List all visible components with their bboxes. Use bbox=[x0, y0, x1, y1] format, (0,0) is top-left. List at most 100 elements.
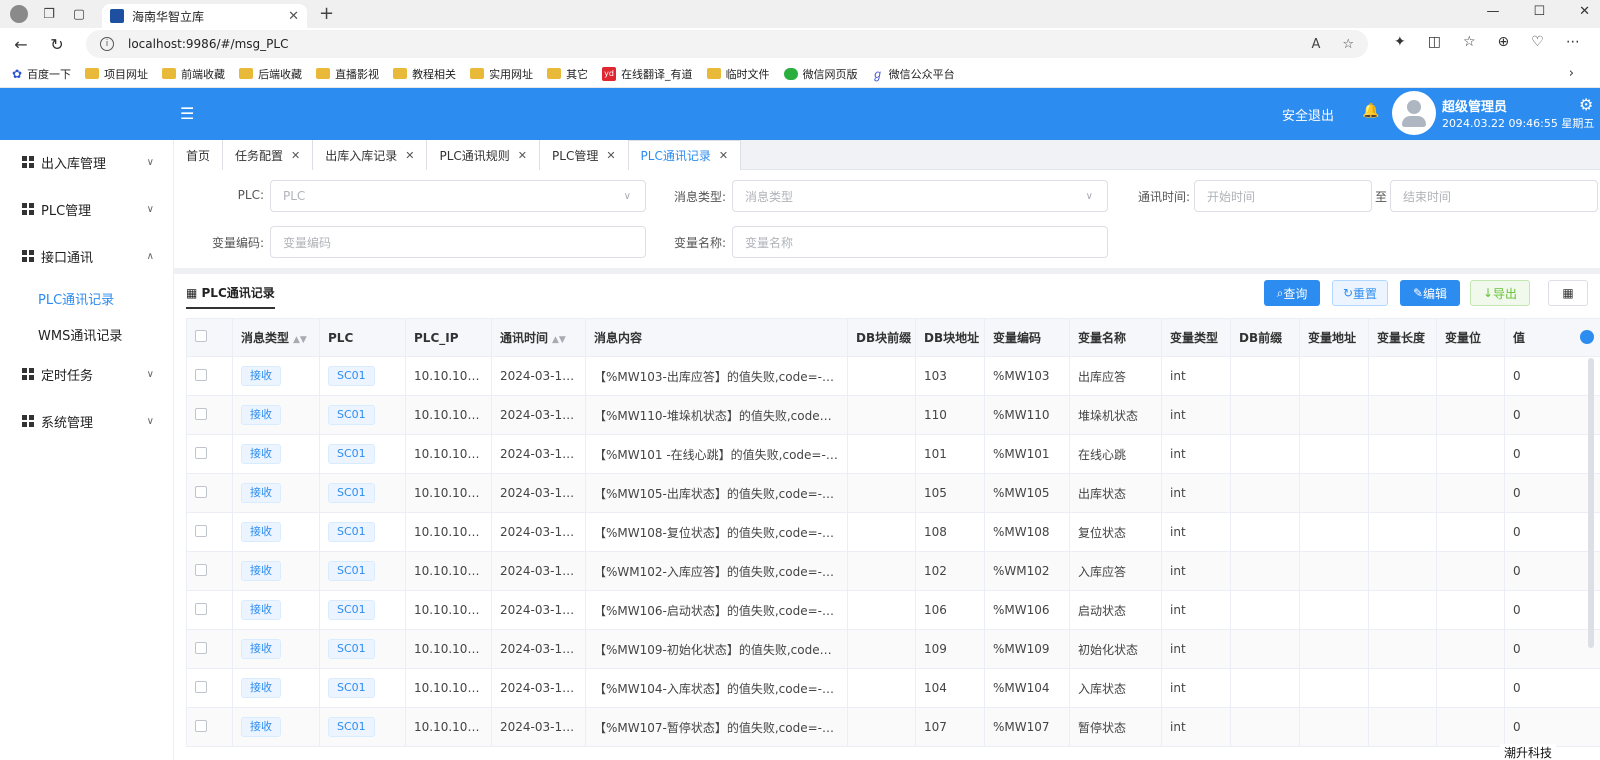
url-text[interactable]: localhost:9986/#/msg_PLC bbox=[128, 37, 1289, 51]
tab-inout-records[interactable]: 出库入库记录 ✕ bbox=[313, 140, 428, 170]
table-row[interactable]: 接收 SC01 10.10.100… 2024-03-13… 【%MW104-入库状态】… bbox=[186, 668, 1600, 708]
browser-tab[interactable]: 海南华智立库 ✕ bbox=[102, 4, 307, 28]
gear-icon[interactable]: ⚙ bbox=[1579, 95, 1593, 114]
col-msg-type[interactable]: 消息类型 ▲▼ bbox=[232, 318, 320, 357]
sidebar-item-inout[interactable]: 出入库管理 ∨ bbox=[0, 140, 174, 184]
performance-icon[interactable]: ♡ bbox=[1531, 34, 1544, 50]
read-aloud-icon[interactable]: A bbox=[1311, 37, 1320, 52]
cell-var-code: %MW109 bbox=[984, 629, 1070, 669]
table-row[interactable]: 接收 SC01 10.10.100… 2024-03-13… 【%MW105-出库状态】… bbox=[186, 473, 1600, 513]
back-icon[interactable]: ← bbox=[6, 35, 36, 54]
tab-plc-manage[interactable]: PLC管理 ✕ bbox=[540, 140, 629, 170]
collections-icon[interactable]: ⊕ bbox=[1498, 34, 1510, 50]
export-button[interactable]: ↓ 导出 bbox=[1470, 280, 1530, 306]
avatar[interactable] bbox=[1392, 91, 1436, 135]
menu-toggle-icon[interactable]: ☰ bbox=[180, 104, 194, 123]
bell-icon[interactable]: 🔔 bbox=[1362, 103, 1379, 119]
row-checkbox[interactable] bbox=[186, 707, 233, 747]
bookmark-item[interactable]: yd 在线翻译_有道 bbox=[602, 66, 693, 82]
msgtype-select[interactable]: 消息类型 ∨ bbox=[732, 180, 1108, 212]
sidebar-subitem-wms-log[interactable]: WMS通讯记录 bbox=[0, 316, 174, 352]
table-row[interactable]: 接收 SC01 10.10.100… 2024-03-13… 【%MW108-复位状态】… bbox=[186, 512, 1600, 552]
reset-button[interactable]: ↻ 重置 bbox=[1332, 280, 1388, 306]
table-row[interactable]: 接收 SC01 10.10.100… 2024-03-13… 【%MW107-暂停状态】… bbox=[186, 707, 1600, 747]
table-row[interactable]: 接收 SC01 10.10.100… 2024-03-13… 【%MW109-初始化状态… bbox=[186, 629, 1600, 669]
close-tab-icon[interactable]: ✕ bbox=[288, 9, 299, 24]
close-icon[interactable]: ✕ bbox=[719, 149, 728, 162]
cell-var-len bbox=[1368, 395, 1437, 435]
logout-button[interactable]: 安全退出 bbox=[1282, 105, 1334, 124]
bookmark-item[interactable]: ℊ 微信公众平台 bbox=[872, 65, 955, 82]
close-icon[interactable]: ✕ bbox=[405, 149, 414, 162]
columns-button[interactable]: ▦ bbox=[1548, 280, 1588, 306]
bookmark-item[interactable]: 其它 bbox=[547, 66, 588, 82]
query-button[interactable]: ⌕ 查询 bbox=[1264, 280, 1320, 306]
row-checkbox[interactable] bbox=[186, 356, 233, 396]
table-row[interactable]: 接收 SC01 10.10.100… 2024-03-13… 【%MW110-堆垛机状态… bbox=[186, 395, 1600, 435]
sidebar-item-system[interactable]: 系统管理 ∨ bbox=[0, 399, 174, 443]
bookmark-item[interactable]: 前端收藏 bbox=[162, 66, 225, 82]
table-row[interactable]: 接收 SC01 10.10.100… 2024-03-13… 【%MW103-出库应答】… bbox=[186, 356, 1600, 396]
bookmark-item[interactable]: 项目网址 bbox=[85, 66, 148, 82]
bookmark-item[interactable]: 教程相关 bbox=[393, 66, 456, 82]
tab-plc-log[interactable]: PLC通讯记录 ✕ bbox=[628, 140, 742, 170]
close-icon[interactable]: ✕ bbox=[606, 149, 615, 162]
plc-select[interactable]: PLC ∨ bbox=[270, 180, 646, 212]
bookmark-item[interactable]: ✿ 百度一下 bbox=[12, 66, 71, 82]
row-checkbox[interactable] bbox=[186, 473, 233, 513]
table-row[interactable]: 接收 SC01 10.10.100… 2024-03-13… 【%MW101 -在线心跳… bbox=[186, 434, 1600, 474]
sidebar-subitem-plc-log[interactable]: PLC通讯记录 bbox=[0, 280, 174, 316]
split-screen-icon[interactable]: ◫ bbox=[1428, 34, 1441, 50]
chevron-right-icon[interactable]: › bbox=[1569, 66, 1574, 81]
tab-task-config[interactable]: 任务配置 ✕ bbox=[223, 140, 314, 170]
row-checkbox[interactable] bbox=[186, 551, 233, 591]
bookmark-item[interactable]: 临时文件 bbox=[706, 66, 770, 82]
cell-var-code: %MW107 bbox=[984, 707, 1070, 747]
more-icon[interactable]: ⋯ bbox=[1566, 34, 1580, 50]
sidebar-item-plc[interactable]: PLC管理 ∨ bbox=[0, 187, 174, 231]
tab-home[interactable]: 首页 bbox=[174, 140, 224, 170]
extensions-icon[interactable]: ✦ bbox=[1394, 34, 1406, 50]
sort-icon[interactable]: ▲▼ bbox=[293, 335, 307, 345]
bookmark-item[interactable]: 直播影视 bbox=[316, 66, 379, 82]
info-icon[interactable]: i bbox=[100, 37, 114, 51]
end-time-input[interactable]: 结束时间 bbox=[1390, 180, 1598, 212]
tab-actions-icon[interactable]: ▢ bbox=[70, 5, 88, 23]
new-tab-icon[interactable]: + bbox=[319, 3, 334, 24]
sidebar-item-interface[interactable]: 接口通讯 ∧ bbox=[0, 234, 174, 278]
favorite-star-icon[interactable]: ☆ bbox=[1342, 37, 1354, 52]
bookmark-item[interactable]: 实用网址 bbox=[470, 66, 533, 82]
refresh-icon[interactable]: ↻ bbox=[42, 35, 72, 54]
omnibox[interactable]: i localhost:9986/#/msg_PLC A ☆ bbox=[86, 30, 1368, 58]
varcode-input[interactable]: 变量编码 bbox=[270, 226, 646, 258]
user-icon bbox=[1407, 100, 1421, 114]
row-checkbox[interactable] bbox=[186, 512, 233, 552]
sort-icon[interactable]: ▲▼ bbox=[552, 335, 566, 345]
table-scrollbar[interactable] bbox=[1588, 358, 1594, 648]
select-all-checkbox[interactable] bbox=[186, 318, 233, 357]
minimize-icon[interactable]: — bbox=[1486, 4, 1499, 19]
table-row[interactable]: 接收 SC01 10.10.100… 2024-03-13… 【%WM102-入库应答】… bbox=[186, 551, 1600, 591]
start-time-input[interactable]: 开始时间 bbox=[1194, 180, 1372, 212]
tab-plc-rules[interactable]: PLC通讯规则 ✕ bbox=[427, 140, 541, 170]
row-checkbox[interactable] bbox=[186, 395, 233, 435]
edit-button[interactable]: ✎ 编辑 bbox=[1400, 280, 1460, 306]
bookmark-item[interactable]: 微信网页版 bbox=[783, 66, 858, 82]
close-icon[interactable]: ✕ bbox=[291, 149, 300, 162]
close-window-icon[interactable]: ✕ bbox=[1579, 4, 1590, 19]
settings-float-icon[interactable] bbox=[1580, 330, 1594, 344]
maximize-icon[interactable]: ☐ bbox=[1533, 4, 1545, 19]
row-checkbox[interactable] bbox=[186, 668, 233, 708]
workspaces-icon[interactable]: ❐ bbox=[40, 5, 58, 23]
bookmark-item[interactable]: 后端收藏 bbox=[239, 66, 302, 82]
sidebar-item-schedule[interactable]: 定时任务 ∨ bbox=[0, 352, 174, 396]
row-checkbox[interactable] bbox=[186, 434, 233, 474]
row-checkbox[interactable] bbox=[186, 590, 233, 630]
col-time[interactable]: 通讯时间 ▲▼ bbox=[491, 318, 586, 357]
row-checkbox[interactable] bbox=[186, 629, 233, 669]
close-icon[interactable]: ✕ bbox=[518, 149, 527, 162]
favorites-icon[interactable]: ☆ bbox=[1463, 34, 1476, 50]
table-row[interactable]: 接收 SC01 10.10.100… 2024-03-13… 【%MW106-启动状态】… bbox=[186, 590, 1600, 630]
profile-icon[interactable] bbox=[10, 5, 28, 23]
varname-input[interactable]: 变量名称 bbox=[732, 226, 1108, 258]
